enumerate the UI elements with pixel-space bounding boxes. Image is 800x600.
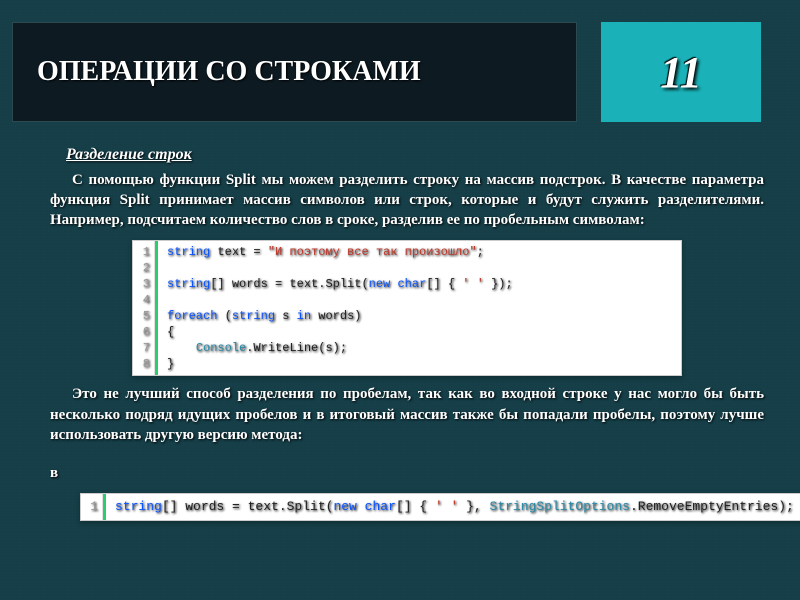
code-gutter: 1 2 3 4 5 6 7 8 <box>133 241 155 375</box>
slide-title-panel: ОПЕРАЦИИ СО СТРОКАМИ <box>12 22 577 122</box>
body-text: Разделение строк С помощью функции Split… <box>12 144 788 521</box>
section-subtitle: Разделение строк <box>50 144 764 166</box>
page-number-panel: 11 <box>601 22 761 122</box>
code-accent-bar <box>155 241 158 375</box>
header-row: ОПЕРАЦИИ СО СТРОКАМИ 11 <box>12 22 788 122</box>
slide: ОПЕРАЦИИ СО СТРОКАМИ 11 Разделение строк… <box>0 0 800 600</box>
code-block-1: 1 2 3 4 5 6 7 8 string text = "И поэтому… <box>132 240 682 376</box>
code-body: string[] words = text.Split(new char[] {… <box>81 494 800 520</box>
code-body: string text = "И поэтому все так произош… <box>133 241 681 375</box>
paragraph-2: Это не лучший способ разделения по пробе… <box>50 384 764 445</box>
code-block-2: 1 string[] words = text.Split(new char[]… <box>80 493 800 521</box>
paragraph-3-fragment: в <box>50 463 764 483</box>
code-gutter: 1 <box>81 494 103 520</box>
slide-title: ОПЕРАЦИИ СО СТРОКАМИ <box>37 57 421 88</box>
paragraph-1: С помощью функции Split мы можем раздели… <box>50 170 764 231</box>
page-number: 11 <box>660 47 702 98</box>
code-accent-bar <box>103 494 106 520</box>
